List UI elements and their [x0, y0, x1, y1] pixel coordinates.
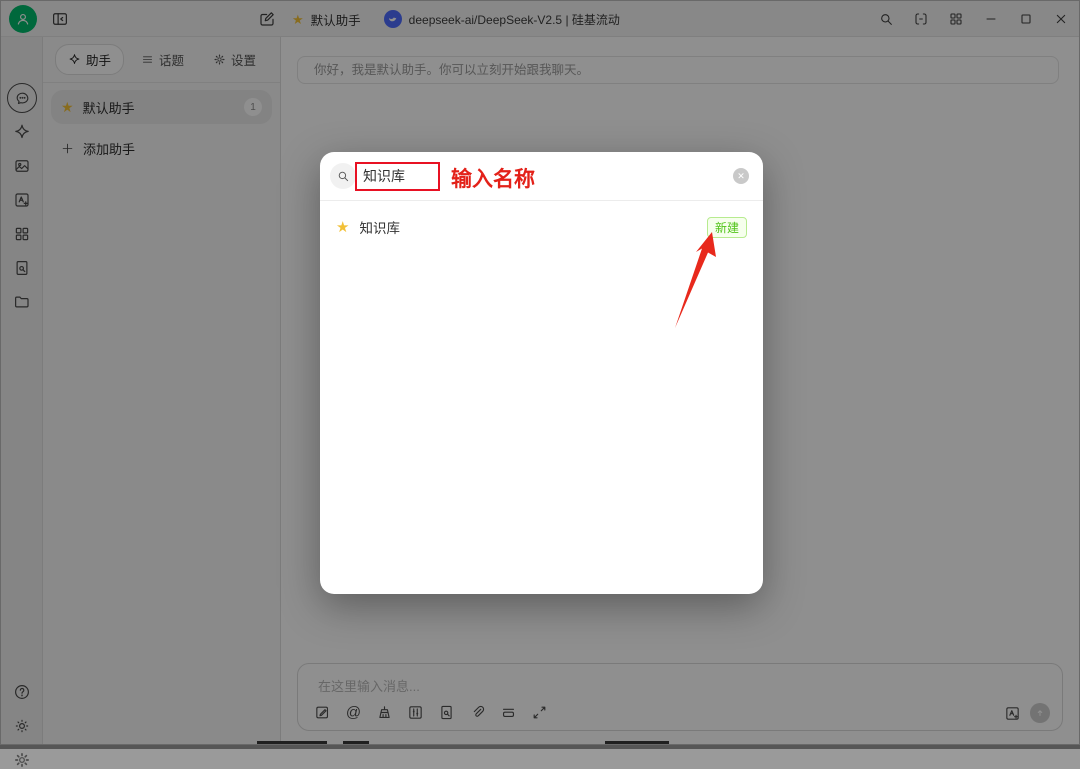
settings-gear-icon[interactable]: [13, 751, 31, 769]
clear-input-icon[interactable]: ✕: [733, 168, 749, 184]
modal-search-row: ✕: [320, 152, 763, 201]
annotation-arrow-icon: [675, 232, 716, 328]
result-label: 知识库: [359, 221, 400, 236]
search-icon: [330, 163, 356, 189]
assistant-search-modal: ✕ ★ 知识库 新建 输入名称: [320, 152, 763, 594]
star-icon: ★: [336, 219, 350, 236]
annotation-text: 输入名称: [451, 168, 535, 191]
